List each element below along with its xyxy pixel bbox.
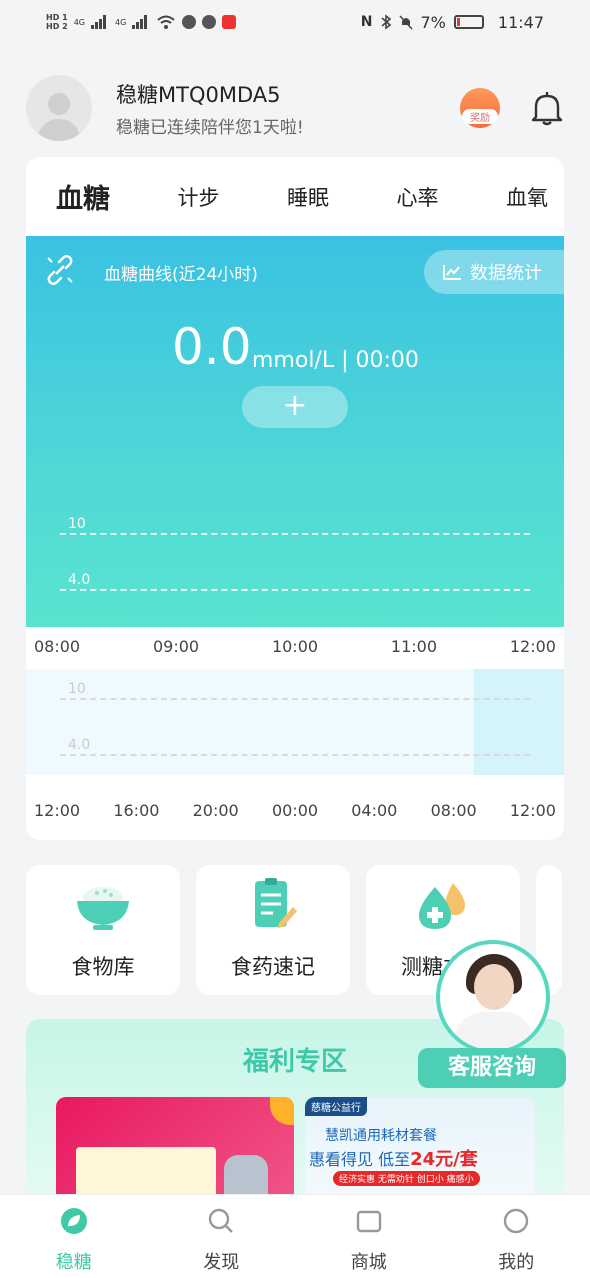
app-notification-icon [222, 15, 237, 29]
range-selector[interactable] [474, 669, 564, 775]
bottom-nav: 稳糖 发现 商城 我的 [0, 1194, 590, 1278]
x-tick: 08:00 [430, 801, 477, 820]
glucose-unit-time: mmol/L | 00:00 [252, 348, 419, 373]
nav-mine[interactable]: 我的 [443, 1195, 590, 1278]
data-statistics-button[interactable]: 数据统计 [424, 250, 564, 294]
mini-ref-label-10: 10 [68, 681, 86, 697]
service-agent-avatar [436, 940, 550, 1054]
app-notification-icon [202, 15, 217, 29]
shop-icon [356, 1210, 381, 1233]
profile-header: 稳糖MTQ0MDA5 稳糖已连续陪伴您1天啦! 奖励 [26, 72, 564, 144]
hd-indicator: HD 1 HD 2 [46, 13, 68, 31]
food-library-button[interactable]: 食物库 [26, 865, 180, 995]
x-tick: 16:00 [113, 801, 160, 820]
network-type-2: 4G [114, 17, 127, 27]
metric-tabs: 血糖 计步 睡眠 心率 血氧 [26, 157, 564, 236]
mini-x-axis: 12:00 16:00 20:00 00:00 04:00 08:00 12:0… [26, 801, 564, 820]
add-record-button[interactable]: + [242, 386, 348, 428]
tab-sleep[interactable]: 睡眠 [287, 182, 329, 212]
leaf-icon [60, 1208, 87, 1234]
food-med-note-button[interactable]: 食药速记 [196, 865, 350, 995]
signal-icon [90, 15, 109, 29]
mini-ref-line-10 [60, 698, 530, 700]
status-bar: HD 1 HD 2 4G 4G N 7% 11:47 [0, 0, 590, 44]
chart-title: 血糖曲线(近24小时) [104, 265, 258, 285]
tab-blood-sugar[interactable]: 血糖 [56, 177, 110, 216]
reward-badge[interactable]: 奖励 [460, 88, 500, 128]
bluetooth-icon [380, 14, 391, 30]
nav-discover[interactable]: 发现 [148, 1195, 296, 1278]
blood-drop-icon [419, 883, 465, 929]
battery-percent: 7% [420, 12, 446, 32]
rice-bowl-icon [77, 887, 129, 930]
companion-days-text: 稳糖已连续陪伴您1天啦! [116, 117, 304, 138]
x-tick: 11:00 [390, 637, 438, 656]
x-tick: 12:00 [509, 801, 556, 820]
battery-icon [453, 15, 484, 29]
nav-home[interactable]: 稳糖 [0, 1195, 148, 1278]
app-notification-icon [182, 15, 197, 29]
mini-ref-label-4: 4.0 [68, 737, 91, 753]
mini-ref-line-4 [60, 754, 530, 756]
nav-mall[interactable]: 商城 [295, 1195, 443, 1278]
x-tick: 09:00 [152, 637, 200, 656]
chart-icon [443, 265, 461, 280]
avatar[interactable] [26, 75, 92, 141]
tab-steps[interactable]: 计步 [178, 182, 220, 212]
tab-heart-rate[interactable]: 心率 [397, 182, 439, 212]
notepad-icon [255, 878, 297, 928]
health-card: 血糖 计步 睡眠 心率 血氧 血糖曲线(近24小时) 数据统计 0.0 mmol… [26, 157, 564, 840]
x-tick: 00:00 [271, 801, 319, 820]
ref-line-10 [60, 533, 530, 535]
x-tick: 08:00 [34, 637, 81, 656]
wifi-icon [157, 15, 175, 29]
signal-icon [132, 15, 150, 29]
username: 稳糖MTQ0MDA5 [116, 82, 281, 107]
network-type-1: 4G [73, 17, 85, 27]
x-tick: 12:00 [509, 637, 556, 656]
ref-line-4 [60, 589, 530, 591]
x-tick: 12:00 [34, 801, 81, 820]
x-tick: 04:00 [351, 801, 398, 820]
mute-bell-icon [398, 15, 413, 30]
main-x-axis: 08:00 09:00 10:00 11:00 12:00 [26, 637, 564, 656]
tab-blood-oxygen[interactable]: 血氧 [506, 182, 548, 212]
customer-service-float[interactable]: 客服咨询 [418, 940, 566, 1090]
profile-icon [504, 1208, 529, 1234]
ref-label-10: 10 [68, 516, 86, 532]
blood-sugar-chart-panel: 血糖曲线(近24小时) 数据统计 0.0 mmol/L | 00:00 + 10… [26, 236, 564, 627]
search-icon [209, 1208, 234, 1233]
ref-label-4: 4.0 [68, 572, 91, 588]
bell-icon[interactable] [530, 90, 564, 126]
nfc-icon: N [360, 14, 373, 30]
overview-mini-chart[interactable]: 10 4.0 [26, 669, 564, 775]
glucose-value: 0.0 [172, 318, 252, 376]
clock: 11:47 [497, 12, 544, 32]
x-tick: 20:00 [192, 801, 239, 820]
customer-service-button[interactable]: 客服咨询 [418, 1048, 566, 1088]
x-tick: 10:00 [271, 637, 319, 656]
broken-link-icon[interactable] [44, 254, 76, 286]
